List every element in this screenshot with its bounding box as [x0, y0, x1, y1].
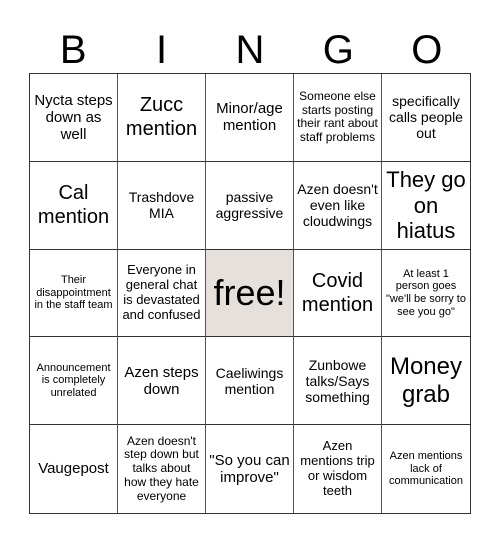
bingo-cell[interactable]: "So you can improve" [206, 425, 294, 513]
bingo-header: B I N G O [29, 28, 471, 72]
bingo-cell[interactable]: Caeliwings mention [206, 337, 294, 426]
bingo-cell[interactable]: Azen mentions trip or wisdom teeth [294, 425, 382, 513]
bingo-cell[interactable]: passive aggressive [206, 161, 294, 250]
bingo-cell[interactable]: Trashdove MIA [118, 161, 206, 250]
bingo-cell[interactable]: Covid mention [294, 249, 382, 338]
bingo-cell[interactable]: Announcement is completely unrelated [30, 337, 118, 426]
bingo-cell[interactable]: Zunbowe talks/Says something [294, 337, 382, 426]
header-letter-o: O [411, 28, 443, 72]
bingo-cell[interactable]: Nycta steps down as well [30, 74, 118, 162]
bingo-cell[interactable]: Zucc mention [118, 74, 206, 162]
bingo-cell[interactable]: Vaugepost [30, 425, 118, 513]
bingo-cell[interactable]: Azen mentions lack of communication [382, 425, 470, 513]
header-letter-n: N [235, 28, 265, 72]
bingo-cell[interactable]: They go on hiatus [382, 162, 470, 250]
bingo-cell[interactable]: Money grab [382, 337, 470, 426]
free-space-cell[interactable]: free! [206, 249, 294, 338]
bingo-cell[interactable]: specifically calls people out [382, 74, 470, 162]
header-letter-i: I [156, 28, 168, 72]
bingo-cell[interactable]: At least 1 person goes "we'll be sorry t… [382, 250, 470, 338]
bingo-cell[interactable]: Azen doesn't step down but talks about h… [118, 425, 206, 513]
bingo-cell[interactable]: Someone else starts posting their rant a… [294, 74, 382, 162]
bingo-cell[interactable]: Azen steps down [118, 337, 206, 426]
bingo-cell[interactable]: Minor/age mention [206, 74, 294, 162]
bingo-board: Nycta steps down as well Zucc mention Mi… [29, 73, 471, 514]
bingo-cell[interactable]: Cal mention [30, 161, 118, 250]
header-letter-b: B [59, 28, 87, 72]
bingo-cell[interactable]: Azen doesn't even like cloudwings [294, 161, 382, 250]
bingo-cell[interactable]: Their disappointment in the staff team [30, 249, 118, 338]
bingo-cell[interactable]: Everyone in general chat is devastated a… [118, 249, 206, 338]
header-letter-g: G [322, 28, 354, 72]
